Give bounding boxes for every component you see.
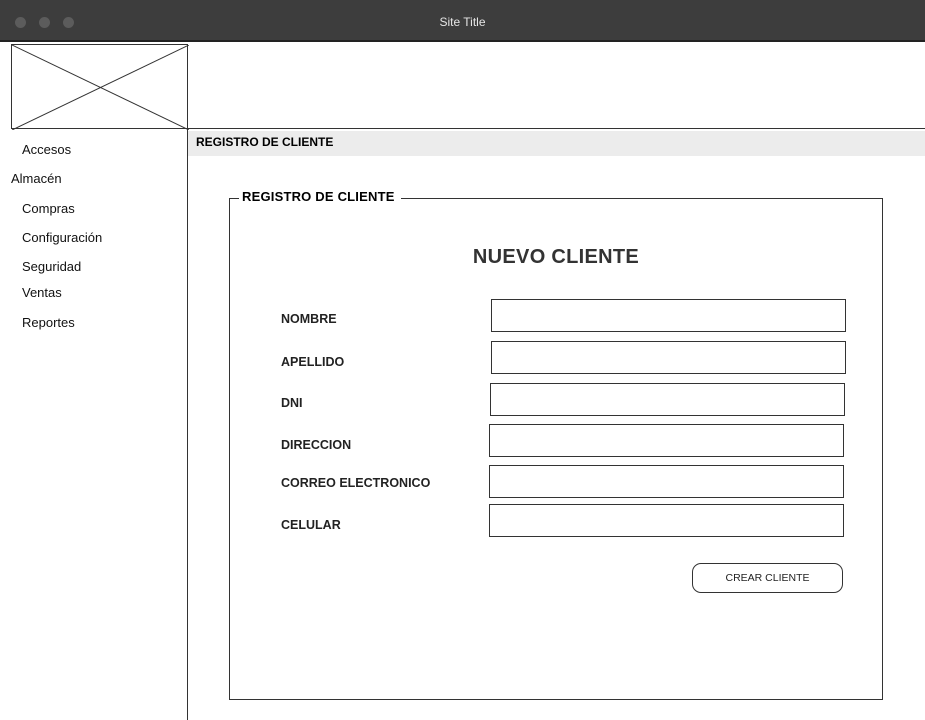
correo-electronico-label: CORREO ELECTRONICO (281, 476, 431, 490)
sidebar-item-accesos[interactable]: Accesos (22, 142, 71, 157)
celular-field[interactable] (489, 504, 844, 537)
celular-label: CELULAR (281, 518, 341, 532)
header-divider (188, 128, 925, 129)
correo-electronico-field[interactable] (489, 465, 844, 498)
sidebar-item-ventas[interactable]: Ventas (22, 285, 62, 300)
crear-cliente-button[interactable]: CREAR CLIENTE (692, 563, 843, 593)
sidebar-item-seguridad[interactable]: Seguridad (22, 259, 81, 274)
form-legend: REGISTRO DE CLIENTE (239, 189, 401, 204)
window-title: Site Title (439, 15, 486, 29)
sidebar-item-almacen[interactable]: Almacén (11, 171, 62, 186)
logo-image-placeholder-icon (11, 44, 189, 130)
sidebar-item-compras[interactable]: Compras (22, 201, 75, 216)
apellido-field[interactable] (491, 341, 846, 374)
form-heading: NUEVO CLIENTE (472, 246, 640, 268)
apellido-label: APELLIDO (281, 355, 345, 369)
direccion-field[interactable] (489, 424, 844, 457)
window-titlebar: Site Title (0, 0, 925, 42)
sidebar-nav: Accesos Almacén Compras Configuración Se… (11, 129, 188, 720)
breadcrumb: REGISTRO DE CLIENTE (188, 131, 925, 156)
breadcrumb-label: REGISTRO DE CLIENTE (196, 135, 334, 149)
dni-label: DNI (281, 396, 303, 410)
direccion-label: DIRECCION (281, 438, 352, 452)
sidebar-item-reportes[interactable]: Reportes (22, 315, 75, 330)
sidebar-item-configuracion[interactable]: Configuración (22, 230, 102, 245)
nombre-label: NOMBRE (281, 312, 337, 326)
dni-field[interactable] (490, 383, 845, 416)
nombre-field[interactable] (491, 299, 846, 332)
